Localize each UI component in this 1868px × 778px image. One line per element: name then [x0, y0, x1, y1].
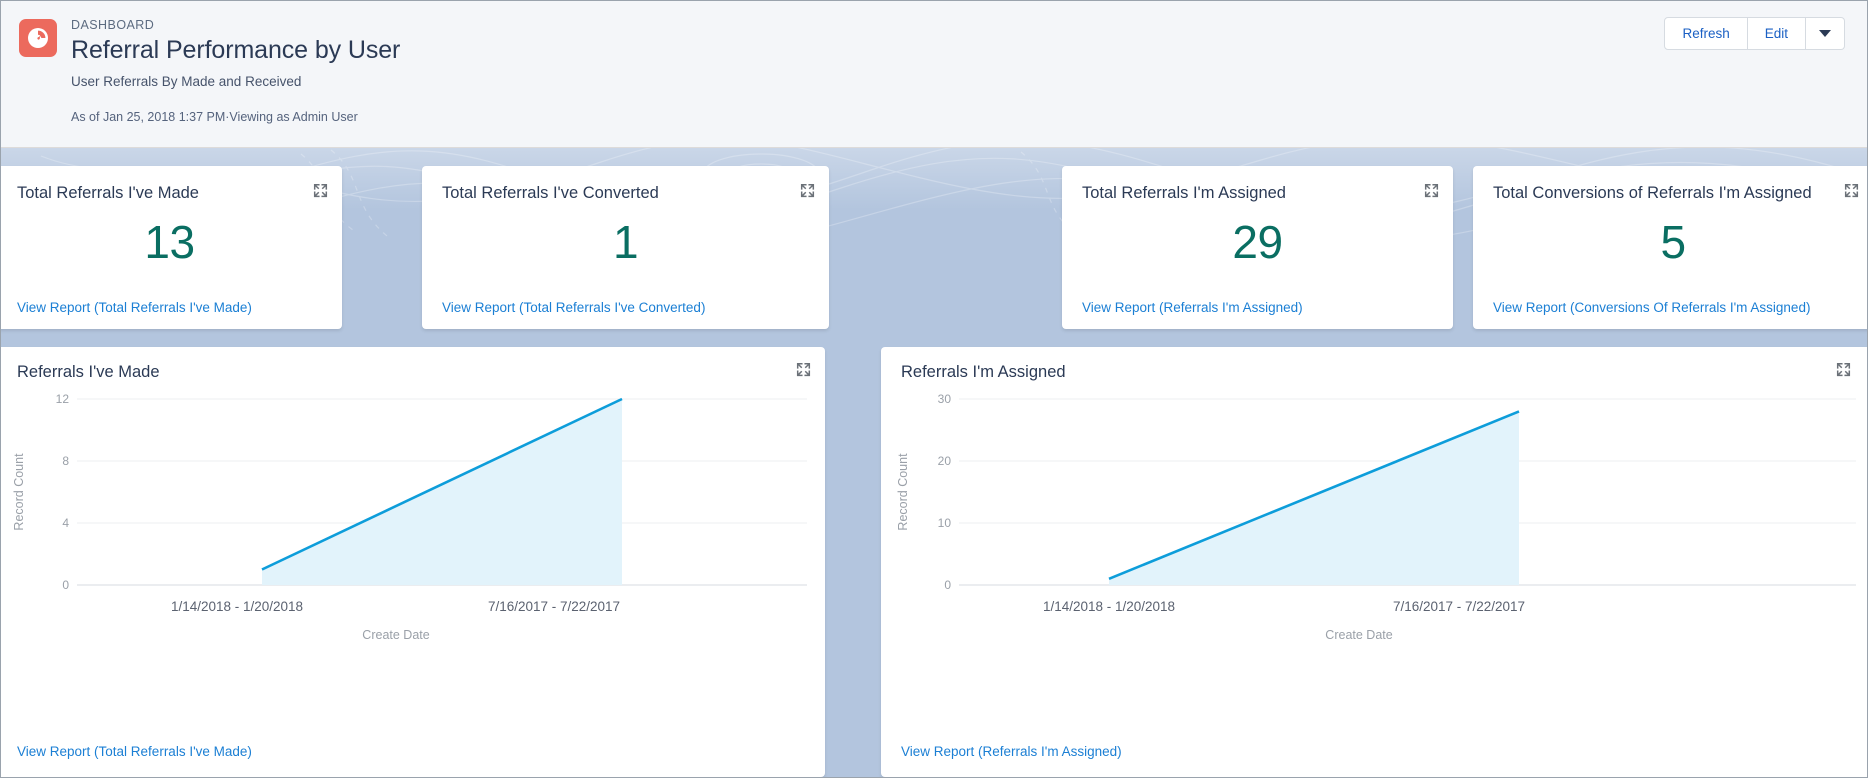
- more-actions-button[interactable]: [1806, 17, 1845, 50]
- kpi-card-title: Total Conversions of Referrals I'm Assig…: [1493, 184, 1812, 202]
- chart-card-title: Referrals I've Made: [17, 363, 160, 381]
- breadcrumb: DASHBOARD: [71, 18, 155, 32]
- y-tick-label: 8: [62, 454, 69, 468]
- y-tick-label: 4: [62, 516, 69, 530]
- x-tick-label: 7/16/2017 - 7/22/2017: [1393, 599, 1525, 614]
- expand-icon[interactable]: [1836, 362, 1851, 377]
- expand-icon[interactable]: [1424, 183, 1439, 198]
- kpi-card-total-referrals-converted[interactable]: Total Referrals I've Converted 1 View Re…: [422, 166, 829, 329]
- kpi-card-total-referrals-made[interactable]: Total Referrals I've Made 13 View Report…: [1, 166, 342, 329]
- y-tick-label: 20: [938, 454, 952, 468]
- expand-icon[interactable]: [796, 362, 811, 377]
- view-report-link[interactable]: View Report (Total Referrals I've Made): [17, 300, 252, 315]
- y-tick-label: 30: [938, 392, 952, 406]
- chart-card-title: Referrals I'm Assigned: [901, 363, 1066, 381]
- kpi-value: 13: [144, 216, 195, 268]
- dashboard-canvas: Total Referrals I've Made 13 View Report…: [1, 148, 1867, 777]
- x-axis-title: Create Date: [1325, 628, 1392, 642]
- header-actions: Refresh Edit: [1664, 17, 1845, 50]
- kpi-card-title: Total Referrals I've Converted: [442, 184, 659, 202]
- edit-button[interactable]: Edit: [1747, 17, 1806, 50]
- dashboard-app: DASHBOARD Referral Performance by User U…: [0, 0, 1868, 778]
- y-axis-title: Record Count: [12, 453, 26, 531]
- x-tick-label: 7/16/2017 - 7/22/2017: [488, 599, 620, 614]
- refresh-button[interactable]: Refresh: [1664, 17, 1748, 50]
- chart-plot-referrals-assigned: 30 20 10 0 Record Count 1/14/2018 - 1/20…: [881, 391, 1867, 649]
- expand-icon[interactable]: [800, 183, 815, 198]
- chart-area-fill: [262, 399, 622, 585]
- kpi-card-total-referrals-assigned[interactable]: Total Referrals I'm Assigned 29 View Rep…: [1062, 166, 1453, 329]
- header-identity: DASHBOARD Referral Performance by User U…: [19, 15, 1845, 126]
- x-axis-title: Create Date: [362, 628, 429, 642]
- expand-icon[interactable]: [313, 183, 328, 198]
- chart-card-referrals-made[interactable]: Referrals I've Made 12 8 4 0 Record Coun…: [1, 347, 825, 777]
- chevron-down-icon: [1819, 30, 1831, 37]
- y-tick-label: 0: [944, 578, 951, 592]
- header-text-block: DASHBOARD Referral Performance by User U…: [71, 15, 400, 126]
- dashboard-grid: Total Referrals I've Made 13 View Report…: [1, 148, 1867, 777]
- x-tick-label: 1/14/2018 - 1/20/2018: [1043, 599, 1175, 614]
- kpi-row: Total Referrals I've Made 13 View Report…: [1, 166, 1867, 329]
- view-report-link[interactable]: View Report (Referrals I'm Assigned): [901, 744, 1122, 759]
- kpi-value: 29: [1232, 216, 1283, 268]
- view-report-link[interactable]: View Report (Referrals I'm Assigned): [1082, 300, 1303, 315]
- dashboard-header: DASHBOARD Referral Performance by User U…: [1, 1, 1867, 148]
- y-tick-label: 10: [938, 516, 952, 530]
- dashboard-gauge-icon: [19, 19, 57, 57]
- kpi-card-title: Total Referrals I'm Assigned: [1082, 184, 1286, 202]
- view-report-link[interactable]: View Report (Total Referrals I've Made): [17, 744, 252, 759]
- y-axis-title: Record Count: [896, 453, 910, 531]
- y-tick-label: 12: [56, 392, 70, 406]
- expand-icon[interactable]: [1844, 183, 1859, 198]
- view-report-link[interactable]: View Report (Conversions Of Referrals I'…: [1493, 300, 1810, 315]
- chart-card-referrals-assigned[interactable]: Referrals I'm Assigned 30 20 10 0 Record…: [881, 347, 1867, 777]
- dashboard-timestamp: As of Jan 25, 2018 1:37 PM·Viewing as Ad…: [71, 110, 358, 124]
- kpi-value: 1: [612, 216, 639, 268]
- x-tick-label: 1/14/2018 - 1/20/2018: [171, 599, 303, 614]
- page-subtitle: User Referrals By Made and Received: [71, 74, 302, 89]
- kpi-card-title: Total Referrals I've Made: [17, 184, 199, 202]
- chart-row: Referrals I've Made 12 8 4 0 Record Coun…: [1, 347, 1867, 777]
- page-title: Referral Performance by User: [71, 36, 401, 64]
- kpi-card-total-conversions-assigned[interactable]: Total Conversions of Referrals I'm Assig…: [1473, 166, 1867, 329]
- y-tick-label: 0: [62, 578, 69, 592]
- chart-plot-referrals-made: 12 8 4 0 Record Count 1/14/2018 - 1/20/2…: [1, 391, 825, 649]
- view-report-link[interactable]: View Report (Total Referrals I've Conver…: [442, 300, 705, 315]
- kpi-value: 5: [1660, 216, 1686, 268]
